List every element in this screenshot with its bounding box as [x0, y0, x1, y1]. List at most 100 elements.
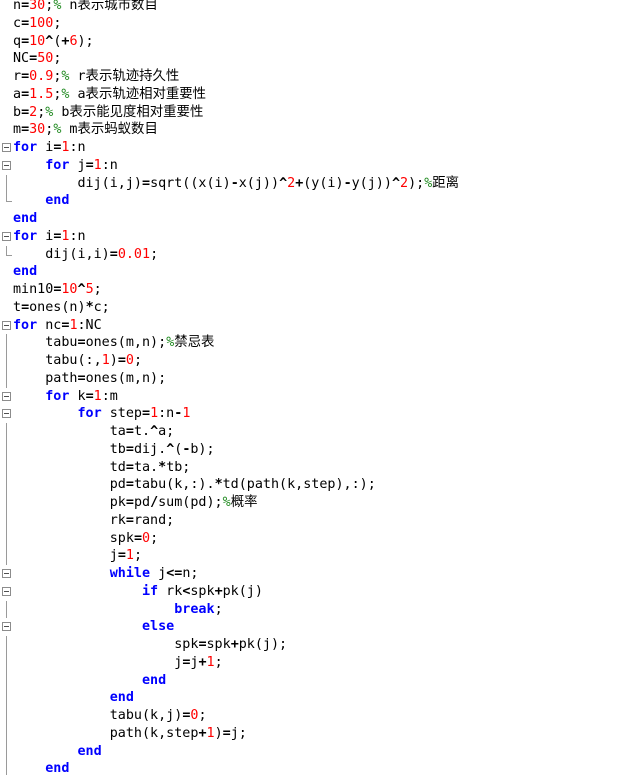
- fold-collapse-icon[interactable]: [2, 231, 11, 241]
- code-line: for i=1:n: [0, 139, 640, 157]
- code-text[interactable]: r=0.9;% r表示轨迹持久性: [13, 68, 179, 86]
- code-text[interactable]: t=ones(n)*c;: [13, 299, 110, 317]
- code-line: pd=tabu(k,:).*td(path(k,step),:);: [0, 476, 640, 494]
- fold-gutter: [0, 636, 13, 654]
- fold-guide-line: [6, 547, 7, 565]
- code-text[interactable]: tabu(k,j)=0;: [13, 707, 207, 725]
- code-line: rk=rand;: [0, 511, 640, 530]
- fold-gutter: [0, 458, 13, 477]
- fold-gutter: [0, 68, 13, 86]
- code-text[interactable]: ta=t.^a;: [13, 423, 175, 441]
- code-text[interactable]: path(k,step+1)=j;: [13, 725, 247, 743]
- code-text[interactable]: tabu(:,1)=0;: [13, 352, 142, 370]
- fold-gutter: [0, 369, 13, 388]
- fold-guide-line: [6, 440, 7, 459]
- code-text[interactable]: else: [13, 618, 174, 636]
- code-text[interactable]: spk=0;: [13, 530, 158, 548]
- fold-guide-line: [6, 494, 7, 512]
- fold-collapse-icon[interactable]: [2, 569, 11, 578]
- code-text[interactable]: b=2;% b表示能见度相对重要性: [13, 104, 203, 122]
- code-text[interactable]: while j<=n;: [13, 565, 199, 583]
- code-line: td=ta.*tb;: [0, 458, 640, 477]
- code-line: tabu(k,j)=0;: [0, 707, 640, 725]
- fold-guide-line: [6, 689, 7, 707]
- code-text[interactable]: for j=1:n: [13, 157, 118, 175]
- code-text[interactable]: for i=1:n: [13, 139, 86, 157]
- code-text[interactable]: end: [13, 192, 69, 210]
- fold-guide-line: [6, 369, 7, 388]
- fold-collapse-icon[interactable]: [2, 143, 11, 152]
- fold-guide-line: [6, 742, 7, 761]
- code-text[interactable]: for i=1:n: [13, 228, 86, 246]
- fold-collapse-icon[interactable]: [2, 320, 11, 330]
- fold-guide-line: [6, 174, 7, 193]
- code-text[interactable]: for nc=1:NC: [13, 317, 102, 335]
- code-text[interactable]: end: [13, 689, 134, 707]
- code-line: spk=spk+pk(j);: [0, 636, 640, 654]
- fold-gutter: [0, 281, 13, 299]
- code-line: tabu(:,1)=0;: [0, 352, 640, 370]
- fold-guide-line: [6, 458, 7, 477]
- code-text[interactable]: td=ta.*tb;: [13, 459, 191, 477]
- fold-gutter: [0, 405, 13, 423]
- code-line: else: [0, 618, 640, 636]
- code-text[interactable]: end: [13, 672, 166, 690]
- code-line: r=0.9;% r表示轨迹持久性: [0, 68, 640, 86]
- code-line: for step=1:n-1: [0, 405, 640, 423]
- fold-end-icon: [6, 192, 12, 203]
- code-text[interactable]: rk=rand;: [13, 512, 175, 530]
- code-text[interactable]: n=30;% n表示城市数目: [13, 0, 158, 15]
- code-text[interactable]: for step=1:n-1: [13, 405, 191, 423]
- fold-gutter: [0, 511, 13, 530]
- code-line: q=10^(+6);: [0, 33, 640, 51]
- fold-gutter: [0, 317, 13, 335]
- fold-guide-line: [6, 423, 7, 441]
- fold-gutter: [0, 245, 13, 264]
- code-text[interactable]: dij(i,i)=0.01;: [13, 246, 158, 264]
- code-text[interactable]: NC=50;: [13, 50, 61, 68]
- code-line: dij(i,j)=sqrt((x(i)-x(j))^2+(y(i)-y(j))^…: [0, 174, 640, 193]
- code-text[interactable]: end: [13, 210, 37, 228]
- fold-gutter: [0, 529, 13, 548]
- code-line: end: [0, 671, 640, 690]
- code-text[interactable]: m=30;% m表示蚂蚁数目: [13, 121, 158, 139]
- code-text[interactable]: path=ones(m,n);: [13, 370, 166, 388]
- fold-gutter: [0, 494, 13, 512]
- code-text[interactable]: end: [13, 263, 37, 281]
- code-line: end: [0, 263, 640, 281]
- fold-gutter: [0, 86, 13, 104]
- fold-collapse-icon[interactable]: [2, 622, 11, 632]
- code-text[interactable]: j=1;: [13, 547, 142, 565]
- code-line: dij(i,i)=0.01;: [0, 245, 640, 264]
- fold-gutter: [0, 157, 13, 175]
- code-text[interactable]: tabu=ones(m,n);%禁忌表: [13, 334, 214, 352]
- fold-gutter: [0, 653, 13, 672]
- code-editor[interactable]: n=30;% n表示城市数目 c=100; q=10^(+6); NC=50; …: [0, 0, 640, 775]
- fold-gutter: [0, 476, 13, 494]
- code-text[interactable]: c=100;: [13, 15, 61, 33]
- fold-collapse-icon[interactable]: [2, 391, 11, 401]
- fold-gutter: [0, 104, 13, 122]
- code-text[interactable]: j=j+1;: [13, 654, 222, 672]
- code-text[interactable]: if rk<spk+pk(j): [13, 583, 263, 601]
- code-line: end: [0, 192, 640, 210]
- code-text[interactable]: pk=pd/sum(pd);%概率: [13, 494, 258, 512]
- code-text[interactable]: for k=1:m: [13, 388, 118, 406]
- code-text[interactable]: pd=tabu(k,:).*td(path(k,step),:);: [13, 476, 376, 494]
- code-text[interactable]: break;: [13, 601, 222, 619]
- fold-collapse-icon[interactable]: [2, 409, 11, 419]
- code-text[interactable]: min10=10^5;: [13, 281, 102, 299]
- code-text[interactable]: tb=dij.^(-b);: [13, 441, 215, 459]
- code-text[interactable]: dij(i,j)=sqrt((x(i)-x(j))^2+(y(i)-y(j))^…: [13, 175, 459, 193]
- fold-collapse-icon[interactable]: [2, 160, 11, 170]
- code-text[interactable]: q=10^(+6);: [13, 33, 94, 51]
- code-text[interactable]: spk=spk+pk(j);: [13, 636, 287, 654]
- code-line: tb=dij.^(-b);: [0, 440, 640, 459]
- fold-gutter: [0, 742, 13, 761]
- fold-collapse-icon[interactable]: [2, 586, 11, 596]
- code-text[interactable]: end: [13, 743, 102, 761]
- code-line: for k=1:m: [0, 388, 640, 406]
- code-text[interactable]: end: [13, 760, 69, 775]
- code-line: pk=pd/sum(pd);%概率: [0, 494, 640, 512]
- code-text[interactable]: a=1.5;% a表示轨迹相对重要性: [13, 86, 206, 104]
